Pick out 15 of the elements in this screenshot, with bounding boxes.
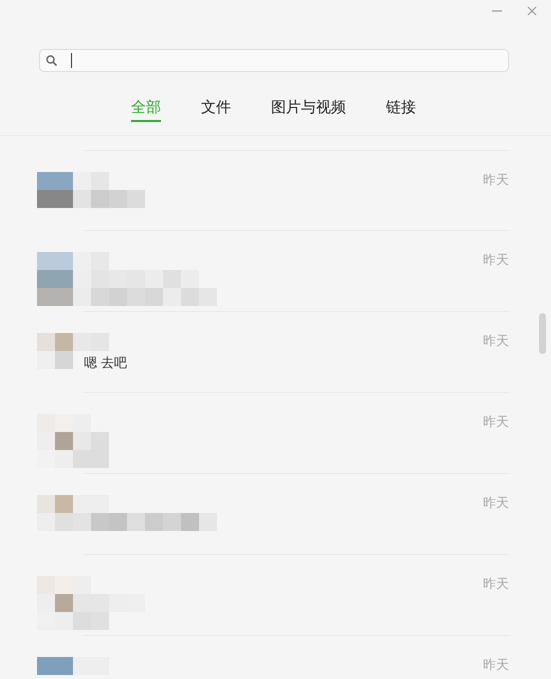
result-time: 昨天 [483,576,509,593]
tab[interactable]: 链接 [386,98,416,122]
close-icon[interactable] [527,6,537,16]
search-icon [46,55,57,66]
tab[interactable]: 文件 [201,98,231,122]
result-time: 昨天 [483,495,509,512]
result-time: 昨天 [483,657,509,674]
scrollbar[interactable] [539,313,546,354]
result-time: 昨天 [483,333,509,350]
tab[interactable]: 图片与视频 [271,98,346,122]
search-field[interactable] [39,49,509,72]
result-time: 昨天 [483,252,509,269]
result-time: 昨天 [483,414,509,431]
result-time: 昨天 [483,172,509,189]
message-text: 嗯 去吧 [84,355,128,372]
